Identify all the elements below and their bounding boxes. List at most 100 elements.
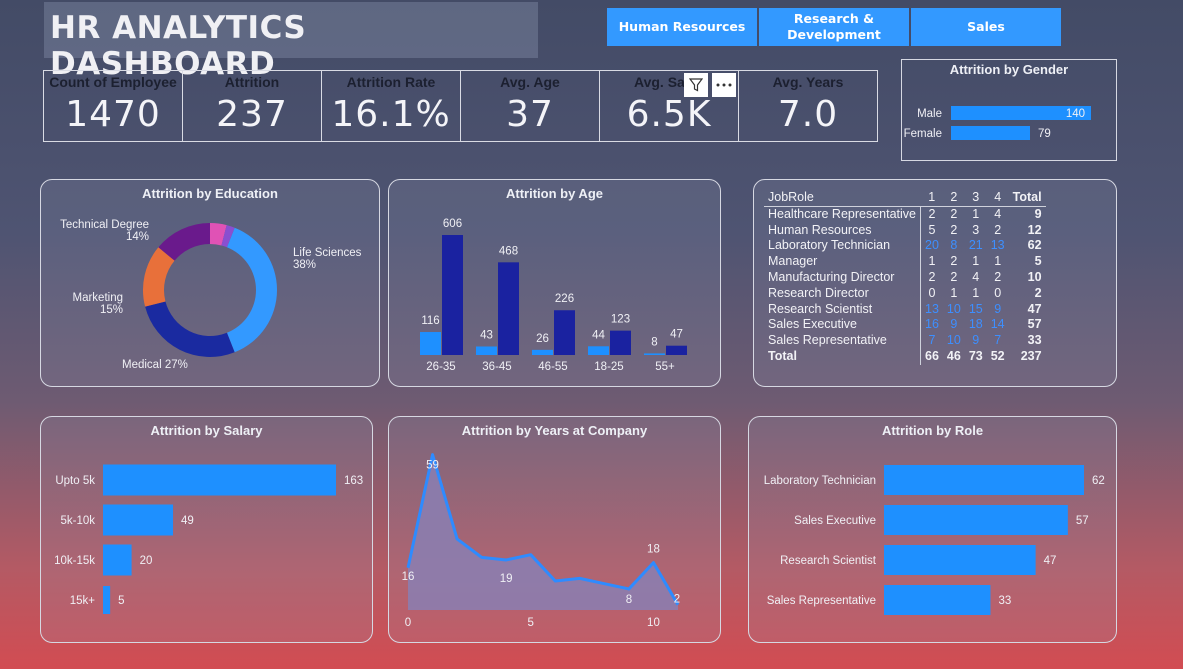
table-cell: 1 <box>994 254 1002 269</box>
role-card: Attrition by Role Laboratory Technician 6… <box>748 416 1117 643</box>
title-banner: HR ANALYTICS DASHBOARD <box>44 2 538 82</box>
kpi-avg-age[interactable]: Avg. Age 37 <box>461 71 600 141</box>
table-row: Laboratory Technician 20 8 21 13 62 <box>764 238 1046 255</box>
education-donut-chart <box>143 223 277 357</box>
table-cell-role: Sales Representative <box>764 333 921 349</box>
bar <box>884 505 1068 535</box>
kpi-label: Avg. Age <box>500 74 560 90</box>
table-cell-role: Laboratory Technician <box>764 238 921 255</box>
nav-label-line1: Research & <box>793 11 875 26</box>
table-cell-role: Research Director <box>764 285 921 302</box>
table-cell: 3 <box>972 222 980 237</box>
table-cell: 2 <box>950 222 958 237</box>
x-tick-label: 10 <box>647 617 660 629</box>
table-total-cell: Total <box>764 348 921 365</box>
table-total-cell: 52 <box>990 348 1005 363</box>
kpi-avg-years[interactable]: Avg. Years 7.0 <box>739 71 877 141</box>
education-card: Attrition by Education Life Sciences 38% … <box>40 179 380 387</box>
table-cell: 10 <box>946 333 961 348</box>
table-total-cell: 66 <box>925 348 939 363</box>
age-card: Attrition by Age 116 606 26-35 43 468 36-45 26… <box>388 179 721 387</box>
data-label: 47 <box>1044 555 1057 567</box>
table-total-row: Total 66 46 73 52 237 <box>764 348 1046 365</box>
category-label: 26-35 <box>426 361 455 373</box>
years-area-chart: 16 59 19 8 18 2 0 5 10 <box>402 453 680 629</box>
table-cell-role: Sales Executive <box>764 317 921 334</box>
table-cell: 2 <box>994 269 1002 284</box>
kpi-label: Avg. Years <box>772 74 844 90</box>
nav-label: Human Resources <box>618 19 746 34</box>
table-row: Manager 1 2 1 1 5 <box>764 254 1046 270</box>
table-total-cell: 73 <box>968 348 983 363</box>
data-label: 116 <box>421 315 439 327</box>
table-cell-total: 57 <box>1027 317 1042 332</box>
table-cell-role: Human Resources <box>764 222 921 239</box>
table-cell-role: Manufacturing Director <box>764 269 921 286</box>
data-label: 79 <box>1038 128 1051 140</box>
category-label: Laboratory Technician <box>764 475 876 487</box>
table-header: 2 <box>950 190 958 204</box>
kpi-avg-salary[interactable]: Avg. Sal 6.5K <box>600 71 739 141</box>
donut-label-marketing: Marketing 15% <box>72 292 124 316</box>
bar <box>103 586 111 614</box>
table-cell: 21 <box>968 238 983 253</box>
data-label: 26 <box>536 333 549 345</box>
table-row: Research Scientist 13 10 15 9 47 <box>764 301 1046 318</box>
table-header-row: JobRole 1 2 3 4 Total <box>764 190 1046 206</box>
kpi-value: 16.1% <box>331 94 451 135</box>
salary-card: Attrition by Salary Upto 5k 163 5k-10k 49 10… <box>40 416 373 643</box>
table-cell-total: 62 <box>1027 238 1042 253</box>
kpi-attrition-rate[interactable]: Attrition Rate 16.1% <box>322 71 461 141</box>
category-label: Sales Representative <box>767 595 876 607</box>
table-cell: 1 <box>950 285 958 300</box>
category-label: 18-25 <box>594 361 623 373</box>
category-label: Research Scientist <box>780 555 877 567</box>
table-cell-total: 2 <box>1034 285 1042 300</box>
data-label: 8 <box>651 336 657 348</box>
bar-series-2 <box>666 345 687 355</box>
data-label: 606 <box>443 218 462 230</box>
data-label: 2 <box>674 594 680 606</box>
bar <box>951 126 1030 140</box>
kpi-row: Count of Employee 1470 Attrition 237 Att… <box>43 70 878 142</box>
table-cell: 13 <box>925 301 939 316</box>
table-row: Manufacturing Director 2 2 4 2 10 <box>764 269 1046 286</box>
bar-series-1 <box>588 346 609 355</box>
bar-series-1 <box>644 353 665 355</box>
kpi-attrition[interactable]: Attrition 237 <box>183 71 322 141</box>
table-header: 3 <box>972 190 980 204</box>
filter-icon[interactable] <box>684 73 708 97</box>
table-cell-total: 10 <box>1027 269 1042 284</box>
data-label: 47 <box>670 329 683 341</box>
more-options-icon[interactable] <box>712 73 736 97</box>
table-cell: 7 <box>994 333 1002 348</box>
age-bar-chart: 116 606 26-35 43 468 36-45 26 226 46-55 44 123 18-2… <box>420 218 687 373</box>
nav-button-human-resources[interactable]: Human Resources <box>607 8 757 46</box>
data-label: 49 <box>181 515 194 527</box>
data-label: 20 <box>140 555 153 567</box>
kpi-label: Attrition <box>224 74 280 90</box>
table-header: 1 <box>928 190 936 204</box>
table-cell: 5 <box>928 222 936 237</box>
bar <box>884 585 991 615</box>
kpi-value: 237 <box>216 94 288 135</box>
data-label: 18 <box>647 544 660 556</box>
table-cell: 1 <box>972 285 980 300</box>
table-cell: 2 <box>920 205 943 223</box>
table-cell: 2 <box>942 205 965 223</box>
table-header: 4 <box>994 190 1002 204</box>
kpi-value: 7.0 <box>777 94 839 135</box>
nav-label: Sales <box>967 19 1005 34</box>
kpi-count-employee[interactable]: Count of Employee 1470 <box>44 71 183 141</box>
table-cell: 16 <box>925 317 939 332</box>
table-cell: 13 <box>990 238 1005 253</box>
nav-button-research-development[interactable]: Research & Development <box>759 8 909 46</box>
nav-label-line2: Development <box>787 27 881 42</box>
table-cell-total: 12 <box>1027 222 1042 237</box>
table-cell: 9 <box>972 333 980 348</box>
category-label: Male <box>917 108 942 120</box>
nav-button-sales[interactable]: Sales <box>911 8 1061 46</box>
gender-chart: Male 140 Female 79 <box>904 106 1091 140</box>
table-total-cell: 237 <box>1020 348 1042 363</box>
jobrole-table: JobRole 1 2 3 4 Total Healthcare Represe… <box>764 190 1046 365</box>
